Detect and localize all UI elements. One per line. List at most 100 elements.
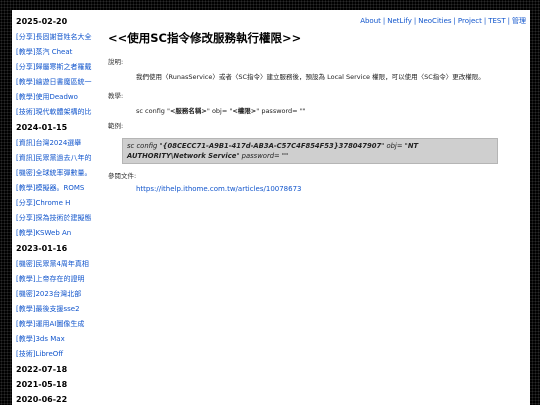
sidebar-article-category: [教學] (16, 335, 36, 343)
sidebar-article-link[interactable]: [資訊]台灣2024選舉 (16, 136, 108, 151)
sidebar-article-link[interactable]: [教學]最後支援sse2 (16, 302, 108, 317)
sidebar-article-category: [教學] (16, 184, 36, 192)
sidebar-article-title: 2023台灣北部 (35, 290, 82, 298)
tutorial-label: 教學: (108, 92, 124, 100)
sidebar-article-title: 全球統率彈數量。 (35, 169, 92, 177)
sidebar-article-title: 現代軟體架構的比 (35, 108, 92, 116)
sidebar-article-category: [教學] (16, 229, 36, 237)
top-nav: About | NetLify | NeoCities | Project | TEST | 管理 (360, 16, 526, 26)
sidebar-article-category: [教學] (16, 275, 36, 283)
nav-link[interactable]: TEST (488, 17, 505, 25)
sidebar-article-category: [教學] (16, 305, 36, 313)
cmd-service-placeholder: <服務名稱> (169, 107, 207, 115)
example-authority: AUTHORITY\Network Service (127, 152, 237, 160)
sidebar-article-category: [機密] (16, 169, 36, 177)
sidebar-article-title: 探為技術於建擬態 (35, 214, 92, 222)
sidebar-article-link[interactable]: [教學]3ds Max (16, 332, 108, 347)
cmd-suffix: " password= "" (256, 107, 306, 115)
description-text: 我們使用〈RunasService〉或者〈SC指令〉建立服務後，預設為 Loca… (136, 73, 485, 81)
nav-link[interactable]: 管理 (512, 17, 526, 25)
sidebar-article-title: 長固謝音姓名大全 (35, 33, 92, 41)
sidebar-article-category: [教學] (16, 48, 36, 56)
sidebar-article-title: 上帝存在的證明 (35, 275, 85, 283)
cmd-prefix: sc config " (136, 107, 170, 115)
nav-link[interactable]: NeoCities (418, 17, 451, 25)
cmd-mid: " obj= " (206, 107, 233, 115)
sidebar-article-link[interactable]: [機密]全球統率彈數量。 (16, 166, 108, 181)
sidebar-date-heading: 2022-07-18 (16, 365, 68, 374)
sidebar-article-link[interactable]: [技術]現代軟體架構的比 (16, 105, 108, 120)
nav-separator: | (382, 17, 386, 25)
sidebar-article-link[interactable]: [分享]歸屬寒斯之者羅戴 (16, 60, 108, 75)
sidebar-article-category: [機密] (16, 290, 36, 298)
sidebar-article-title: 使用Deadwo (35, 93, 78, 101)
sidebar-article-link[interactable]: [分享]探為技術於建擬態 (16, 211, 108, 226)
page-container: 2025-02-20 [分享]長固謝音姓名大全 [教學]蒸汽 Cheat [分享]歸屬… (12, 10, 530, 405)
sidebar-article-category: [教學] (16, 78, 36, 86)
reference-link[interactable]: https://ithelp.ithome.com.tw/articles/10… (136, 185, 302, 193)
example-code-box: sc config "{08CECC71-A9B1-417d-AB3A-C57C… (122, 138, 498, 164)
sidebar-article-title: 最後支援sse2 (35, 305, 80, 313)
sidebar-article-category: [技術] (16, 350, 36, 358)
sidebar-article-category: [技術] (16, 108, 36, 116)
sidebar-date-heading: 2024-01-15 (16, 123, 68, 132)
sidebar-article-link[interactable]: [分享]Chrome H (16, 196, 108, 211)
nav-link[interactable]: NetLify (387, 17, 412, 25)
example-mid: " obj= " (381, 142, 408, 150)
sidebar-article-title: 民眾黨4周年真相 (35, 260, 89, 268)
nav-separator: | (413, 17, 417, 25)
sidebar-article-title: 蒸汽 Cheat (35, 48, 73, 56)
sidebar-article-category: [資訊] (16, 154, 36, 162)
nav-separator: | (483, 17, 487, 25)
nav-link[interactable]: Project (458, 17, 482, 25)
nav-separator: | (453, 17, 456, 25)
sidebar-article-title: 民眾黨過去八年的 (35, 154, 92, 162)
sidebar-article-link[interactable]: [教學]蒸汽 Cheat (16, 45, 108, 60)
article-title: <<使用SC指令修改服務執行權限>> (108, 31, 302, 45)
sidebar-article-title: 運用AI圖像生成 (35, 320, 85, 328)
sidebar-date-heading: 2021-05-18 (16, 380, 68, 389)
sidebar-article-title: Chrome H (35, 199, 71, 207)
sidebar-article-title: 模擬器。ROMS (35, 184, 85, 192)
sidebar-article-link[interactable]: [技術]LibreOff (16, 347, 108, 362)
reference-label: 參閱文件: (108, 172, 137, 180)
sidebar-article-title: KSWeb An (35, 229, 72, 237)
sidebar-article-title: 歸屬寒斯之者羅戴 (35, 63, 92, 71)
sidebar-article-link[interactable]: [教學]上帝存在的證明 (16, 272, 108, 287)
example-label: 範例: (108, 122, 124, 130)
sidebar-article-link[interactable]: [教學]運用AI圖像生成 (16, 317, 108, 332)
description-label: 說明: (108, 58, 124, 66)
sidebar-article-category: [教學] (16, 320, 36, 328)
sidebar-article-link[interactable]: [教學]KSWeb An (16, 226, 108, 241)
nav-separator: | (507, 17, 510, 25)
example-line-2: AUTHORITY\Network Service" password= "" (127, 152, 288, 160)
example-nt: NT (407, 142, 419, 150)
nav-link[interactable]: About (360, 17, 381, 25)
sidebar-article-category: [資訊] (16, 139, 36, 147)
tutorial-command: sc config "<服務名稱>" obj= "<權限>" password=… (136, 105, 306, 115)
sidebar-date-heading: 2023-01-16 (16, 244, 68, 253)
sidebar-article-title: 3ds Max (35, 335, 65, 343)
sidebar-article-link[interactable]: [機密]民眾黨4周年真相 (16, 257, 108, 272)
sidebar-date-heading: 2025-02-20 (16, 17, 68, 26)
sidebar-article-link[interactable]: [分享]長固謝音姓名大全 (16, 30, 108, 45)
sidebar-date-heading: 2020-06-22 (16, 395, 68, 404)
sidebar-article-category: [分享] (16, 214, 36, 222)
sidebar-article-category: [分享] (16, 63, 36, 71)
sidebar-article-category: [分享] (16, 33, 36, 41)
example-prefix: sc config " (127, 142, 163, 150)
sidebar-article-link[interactable]: [教學]繪遊日書魔區統一 (16, 75, 108, 90)
example-suffix: " password= "" (236, 152, 289, 160)
sidebar-article-title: LibreOff (35, 350, 64, 358)
sidebar-article-link[interactable]: [教學]使用Deadwo (16, 90, 108, 105)
sidebar-article-category: [分享] (16, 199, 36, 207)
sidebar: 2025-02-20 [分享]長固謝音姓名大全 [教學]蒸汽 Cheat [分享]歸屬… (16, 14, 108, 405)
sidebar-article-link[interactable]: [機密]2023台灣北部 (16, 287, 108, 302)
sidebar-article-link[interactable]: [教學]模擬器。ROMS (16, 181, 108, 196)
sidebar-article-link[interactable]: [資訊]民眾黨過去八年的 (16, 151, 108, 166)
example-service-guid: {08CECC71-A9B1-417d-AB3A-C57C4F854F53}37… (162, 142, 382, 150)
sidebar-article-category: [機密] (16, 260, 36, 268)
sidebar-article-category: [教學] (16, 93, 36, 101)
sidebar-article-title: 繪遊日書魔區統一 (35, 78, 92, 86)
example-line-1: sc config "{08CECC71-A9B1-417d-AB3A-C57C… (127, 142, 418, 150)
